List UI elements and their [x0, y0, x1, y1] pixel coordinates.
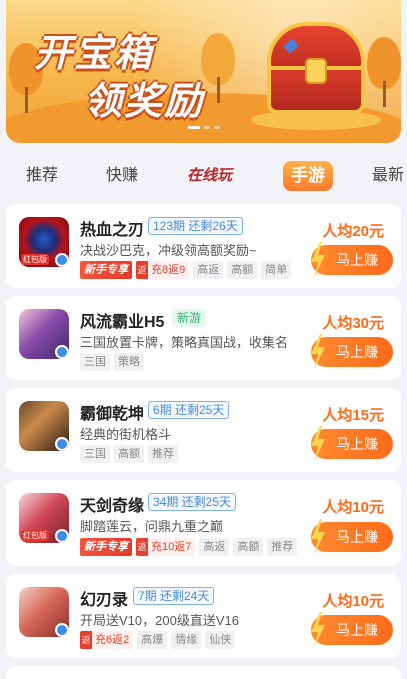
- rebate-text: 充10返7: [151, 541, 192, 553]
- treasure-chest-icon: [251, 22, 381, 130]
- tag: 高额: [114, 445, 144, 463]
- earn-now-button[interactable]: 马上赚: [311, 519, 393, 555]
- tag: 高爆: [137, 631, 168, 649]
- tab-newest[interactable]: 最新: [372, 158, 404, 194]
- newbie-tag: 新手专享: [80, 538, 132, 556]
- period-badge: 34期 还剩25天: [148, 493, 237, 511]
- game-title: 热血之刃: [80, 222, 145, 239]
- game-card[interactable]: 霸御乾坤 6期 还剩25天 经典的街机格斗 三国 高额 推荐 人均15元 马上赚: [6, 388, 401, 472]
- earn-now-button[interactable]: 马上赚: [311, 612, 393, 648]
- reward-price: 人均20元: [322, 223, 384, 240]
- tag-list: 新手专享 返充8返9 高返 高额 简单: [80, 261, 292, 279]
- rebate-tag: 返充10返7: [136, 538, 196, 556]
- rebate-icon: 返: [136, 261, 148, 279]
- earn-now-button[interactable]: 马上赚: [311, 334, 393, 370]
- banner-title-line2: 领奖励: [84, 81, 205, 123]
- game-card[interactable]: [6, 666, 401, 679]
- game-title: 风流霸业H5: [80, 314, 165, 331]
- tag: 简单: [261, 261, 292, 279]
- earn-now-label: 马上赚: [336, 344, 378, 360]
- reward-price: 人均30元: [322, 315, 384, 332]
- game-description: 经典的街机格斗: [80, 427, 172, 442]
- tag: 情缘: [171, 631, 202, 649]
- game-icon: [19, 401, 69, 451]
- game-icon: 红包版: [19, 217, 69, 267]
- earn-now-button[interactable]: 马上赚: [311, 242, 393, 278]
- tab-quick-earn[interactable]: 快赚: [106, 158, 138, 194]
- lightning-icon: [311, 612, 325, 648]
- tag: 高返: [193, 261, 224, 279]
- category-tabs: 推荐 快赚 在线玩 手游 最新: [0, 158, 407, 194]
- rebate-icon: 返: [136, 538, 148, 556]
- game-card[interactable]: 红包版 天剑奇缘 34期 还剩25天 脚踏莲云，问鼎九重之巅 新手专享 返充10…: [6, 480, 401, 566]
- tag: 高额: [227, 261, 258, 279]
- period-badge: 6期 还剩25天: [148, 401, 230, 419]
- tag: 推荐: [267, 538, 298, 556]
- reward-price: 人均15元: [322, 407, 384, 424]
- rebate-text: 充8返9: [151, 264, 186, 276]
- game-icon: [19, 309, 69, 359]
- platform-icon: [55, 623, 69, 637]
- platform-icon: [55, 253, 69, 267]
- rebate-text: 充6返2: [95, 634, 130, 646]
- tag: 策略: [114, 353, 144, 371]
- earn-now-button[interactable]: 马上赚: [311, 426, 393, 462]
- period-badge: 7期 还剩24天: [133, 587, 215, 605]
- reward-price: 人均10元: [322, 499, 384, 516]
- period-badge: 123期 还剩26天: [148, 217, 243, 235]
- lightning-icon: [311, 426, 325, 462]
- red-packet-badge: 红包版: [21, 254, 49, 265]
- rebate-tag: 返充8返9: [136, 261, 190, 279]
- game-title: 天剑奇缘: [80, 498, 145, 515]
- game-card[interactable]: 幻刃录 7期 还剩24天 开局送V10，200级直送V16 返充6返2 高爆 情…: [6, 574, 401, 658]
- tab-online-play[interactable]: 在线玩: [187, 158, 232, 194]
- tag-list: 三国 策略: [80, 353, 144, 371]
- new-game-badge: 新游: [172, 309, 207, 327]
- earn-now-label: 马上赚: [336, 252, 378, 268]
- tag-list: 新手专享 返充10返7 高返 高额 推荐: [80, 538, 298, 556]
- platform-icon: [55, 529, 69, 543]
- tag: 高额: [233, 538, 264, 556]
- game-title: 霸御乾坤: [80, 406, 145, 423]
- tag: 三国: [80, 353, 110, 371]
- game-description: 决战沙巴克，冲级领高额奖励~: [80, 243, 257, 258]
- earn-now-label: 马上赚: [336, 436, 378, 452]
- platform-icon: [55, 345, 69, 359]
- rebate-tag: 返充6返2: [80, 631, 134, 649]
- lightning-icon: [311, 334, 325, 370]
- game-title: 幻刃录: [80, 592, 129, 609]
- promo-banner[interactable]: 开宝箱 领奖励: [6, 0, 401, 143]
- reward-price: 人均10元: [322, 593, 384, 610]
- newbie-tag: 新手专享: [80, 261, 132, 279]
- game-description: 脚踏莲云，问鼎九重之巅: [80, 519, 224, 534]
- lightning-icon: [311, 519, 325, 555]
- banner-title-line1: 开宝箱: [34, 33, 155, 75]
- earn-now-label: 马上赚: [336, 529, 378, 545]
- tag-list: 三国 高额 推荐: [80, 445, 178, 463]
- tag: 高返: [199, 538, 230, 556]
- game-description: 三国放置卡牌，策略真国战，收集名: [80, 335, 289, 350]
- carousel-indicator: [188, 126, 220, 129]
- tab-mobile-games[interactable]: 手游: [283, 161, 333, 191]
- tab-recommend[interactable]: 推荐: [26, 158, 58, 194]
- tag-list: 返充6返2 高爆 情缘 仙侠: [80, 631, 236, 649]
- tag: 推荐: [148, 445, 178, 463]
- game-card[interactable]: 红包版 热血之刃 123期 还剩26天 决战沙巴克，冲级领高额奖励~ 新手专享 …: [6, 204, 401, 288]
- lightning-icon: [311, 242, 325, 278]
- game-description: 开局送V10，200级直送V16: [80, 613, 239, 628]
- platform-icon: [55, 437, 69, 451]
- red-packet-badge: 红包版: [21, 530, 49, 541]
- tag: 三国: [80, 445, 110, 463]
- earn-now-label: 马上赚: [336, 622, 378, 638]
- game-icon: [19, 587, 69, 637]
- rebate-icon: 返: [80, 631, 92, 649]
- tag: 仙侠: [205, 631, 236, 649]
- game-card[interactable]: 风流霸业H5 新游 三国放置卡牌，策略真国战，收集名 三国 策略 人均30元 马…: [6, 296, 401, 380]
- game-icon: 红包版: [19, 493, 69, 543]
